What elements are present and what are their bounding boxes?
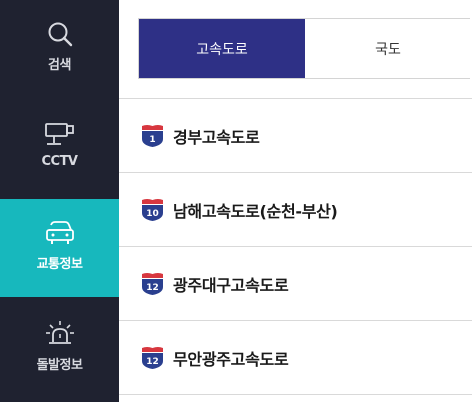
svg-text:12: 12: [146, 283, 159, 293]
tab-expressway[interactable]: 고속도로: [139, 19, 305, 78]
highway-shield-icon: 12: [142, 346, 163, 369]
search-icon: [48, 22, 72, 47]
highway-shield-icon: 1: [142, 124, 163, 147]
road-list: 1 경부고속도로 10 남해고속도로(순천-부산) 12 광주대구고속도로 12…: [119, 99, 472, 395]
road-name: 광주대구고속도로: [173, 275, 289, 295]
tab-bar: 고속도로 국도: [119, 0, 472, 99]
sidebar: 검색 CCTV 교통정보 돌발정보: [0, 0, 119, 402]
sidebar-item-label: 검색: [48, 58, 71, 73]
alert-light-icon: [45, 321, 74, 344]
sidebar-item-search[interactable]: 검색: [0, 0, 119, 98]
main-panel: 고속도로 국도 1 경부고속도로 10 남해고속도로(순천-부산) 12 광주대…: [119, 0, 472, 402]
tab-national-road[interactable]: 국도: [305, 19, 471, 78]
road-name: 남해고속도로(순천-부산): [173, 201, 338, 221]
svg-text:10: 10: [146, 209, 159, 219]
sidebar-item-cctv[interactable]: CCTV: [0, 100, 119, 198]
road-name: 무안광주고속도로: [173, 349, 289, 369]
list-item[interactable]: 12 광주대구고속도로: [119, 247, 472, 321]
svg-text:12: 12: [146, 357, 159, 367]
svg-text:1: 1: [149, 135, 155, 145]
car-icon: [45, 221, 74, 244]
road-name: 경부고속도로: [173, 127, 260, 147]
sidebar-item-label: 돌발정보: [36, 358, 83, 373]
sidebar-item-incident[interactable]: 돌발정보: [0, 300, 119, 398]
sidebar-item-traffic[interactable]: 교통정보: [0, 199, 119, 297]
sidebar-item-label: 교통정보: [36, 257, 83, 272]
cctv-icon: [44, 123, 74, 145]
highway-shield-icon: 10: [142, 198, 163, 221]
list-item[interactable]: 10 남해고속도로(순천-부산): [119, 173, 472, 247]
list-item[interactable]: 12 무안광주고속도로: [119, 321, 472, 395]
highway-shield-icon: 12: [142, 272, 163, 295]
list-item[interactable]: 1 경부고속도로: [119, 99, 472, 173]
sidebar-item-label: CCTV: [41, 154, 78, 169]
